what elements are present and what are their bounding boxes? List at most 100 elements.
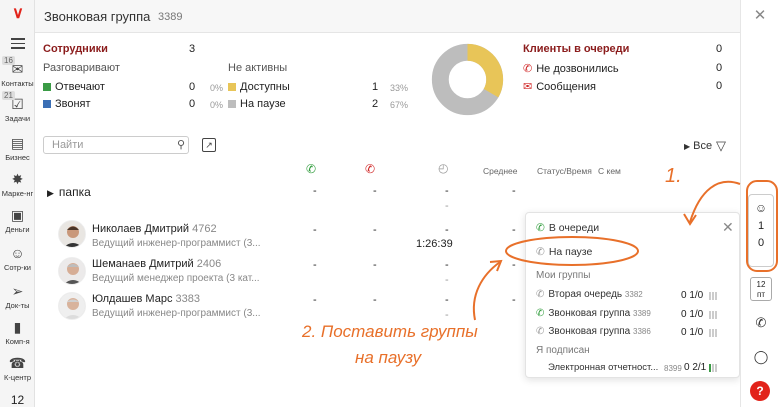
green-square-icon (43, 83, 51, 91)
nav-item-company[interactable]: ▮ Комп-я (0, 318, 35, 346)
queue-label: Клиенты в очереди (523, 43, 630, 55)
person-name-text: Юлдашев Марс (92, 293, 173, 305)
nav-item-money[interactable]: ▣ Деньги (0, 206, 35, 234)
pause-item[interactable]: ✆ На паузе (536, 246, 592, 258)
group-count: 0 1/0 (681, 309, 704, 320)
nav-item-tasks[interactable]: 21 ☑ Задачи (0, 91, 35, 123)
company-icon: ▮ (13, 319, 22, 335)
left-nav: ∨ 16 ✉ Контакты 21 ☑ Задачи ▤ Бизнес ✸ М… (0, 0, 35, 407)
queue-value: 0 (716, 43, 723, 55)
answering-value: 0 (189, 81, 196, 93)
row-avg: - (512, 294, 516, 306)
nav-badge: 21 (2, 91, 15, 100)
signal-bars-icon (709, 291, 721, 300)
phone-icon[interactable]: ✆ (752, 314, 770, 332)
group-count: 0 1/0 (681, 290, 704, 301)
nav-badge: 16 (2, 56, 15, 65)
group-name: Звонковая группа (548, 308, 631, 319)
in-queue-label: В очереди (548, 222, 600, 234)
row-time-sub: - (445, 274, 449, 286)
group-name: Вторая очередь (548, 289, 623, 300)
caret-right-icon: ▶ (684, 142, 691, 151)
status-donut-chart (431, 43, 504, 116)
expand-icon[interactable]: ↗ (202, 138, 216, 152)
calling-row: Звонят (43, 98, 91, 110)
page-title: Звонковая группа (44, 9, 151, 24)
subscribed-group-item[interactable]: Электронная отчетност... (548, 362, 658, 373)
groups-popup: ✆ В очереди ✕ ✆ На паузе Мои группы ✆ Втора… (525, 212, 740, 378)
group-item[interactable]: ✆ Вторая очередь 3382 (536, 289, 643, 300)
wallet-icon: ▣ (10, 207, 25, 223)
person-name[interactable]: Юлдашев Марс 3383 (92, 293, 200, 305)
row-outgoing: - (373, 294, 377, 306)
donut-available-segment (466, 43, 504, 98)
calendar-icon[interactable]: 12 пт (750, 277, 772, 301)
message-icon: ✉ (523, 81, 533, 93)
calling-pct: 0% (210, 100, 224, 110)
person-name[interactable]: Шеманаев Дмитрий 2406 (92, 258, 221, 270)
folder-row[interactable]: ▶ папка (47, 185, 91, 199)
close-icon[interactable]: ✕ (752, 8, 768, 24)
staff-icon: ☺ (10, 245, 25, 261)
nav-item-business[interactable]: ▤ Бизнес (0, 134, 35, 162)
col-incoming-icon: ✆ (306, 162, 317, 176)
group-id: 8399 (664, 364, 682, 373)
calling-label: Звонят (55, 98, 91, 110)
row-time-sub: - (445, 309, 449, 321)
inactive-label: Не активны (228, 62, 288, 74)
nav-item-marketing[interactable]: ✸ Марке-нг (0, 170, 35, 198)
chat-icon[interactable]: ◯ (752, 348, 770, 366)
row-time: - (445, 294, 449, 306)
group-id: 3386 (633, 327, 651, 336)
nav-label: Док-ты (5, 301, 30, 310)
row-incoming: - (313, 259, 317, 271)
folder-incoming: - (313, 185, 317, 197)
groups-widget[interactable]: ☺ 1 0 (748, 194, 774, 267)
employees-label: Сотрудники (43, 43, 108, 55)
filter-all-button[interactable]: ▶ Все (684, 140, 712, 152)
messages-value: 0 (716, 80, 723, 92)
search-icon[interactable]: ⚲ (177, 138, 185, 151)
annotation-step-1: 1. (665, 165, 682, 187)
person-id: 3383 (175, 293, 200, 305)
help-button[interactable]: ? (750, 381, 770, 401)
nav-item-contact-center[interactable]: ☎ К-центр (0, 354, 35, 382)
logo-icon[interactable]: ∨ (10, 6, 26, 22)
avatar (58, 292, 86, 320)
row-avg: - (512, 259, 516, 271)
row-incoming: - (313, 294, 317, 306)
hamburger-menu-icon[interactable] (11, 38, 25, 49)
talking-label: Разговаривают (43, 62, 120, 74)
people-icon: ☺ (754, 201, 768, 215)
arrow-to-pause (472, 261, 501, 321)
signal-bars-icon (709, 328, 721, 337)
col-clock-icon: ◴ (438, 161, 449, 175)
phone-icon: ✆ (536, 246, 545, 258)
group-item[interactable]: ✆ Звонковая группа 3389 (536, 308, 651, 319)
phone-icon: ✆ (536, 308, 545, 319)
nav-item-contacts[interactable]: 16 ✉ Контакты (0, 56, 35, 88)
widget-count-top: 1 (757, 220, 765, 232)
in-queue-item[interactable]: ✆ В очереди (536, 222, 599, 234)
phone-icon: ✆ (536, 289, 545, 300)
nav-item-staff[interactable]: ☺ Сотр-ки (0, 244, 35, 272)
folder-avg: - (512, 185, 516, 197)
paused-row: На паузе (228, 98, 286, 110)
close-icon[interactable]: ✕ (722, 219, 734, 236)
col-outgoing-icon: ✆ (365, 162, 376, 176)
nav-label: Задачи (4, 114, 31, 123)
search-input[interactable] (52, 137, 172, 153)
folder-time-sub: - (445, 200, 449, 212)
group-id: 3382 (624, 290, 643, 299)
group-item[interactable]: ✆ Звонковая группа 3386 (536, 326, 651, 337)
nav-item-docs[interactable]: ➢ Док-ты (0, 282, 35, 310)
filter-icon[interactable]: ▽ (716, 138, 726, 154)
messages-row: ✉ Сообщения (523, 80, 596, 93)
group-id: 3389 (633, 309, 651, 318)
person-name[interactable]: Николаев Дмитрий 4762 (92, 223, 217, 235)
row-avg: - (512, 224, 516, 236)
calendar-weekday: пт (757, 290, 765, 299)
headset-icon: ☎ (8, 355, 27, 371)
calling-value: 0 (189, 98, 196, 110)
nav-item-calendar[interactable]: 12 (0, 392, 35, 407)
